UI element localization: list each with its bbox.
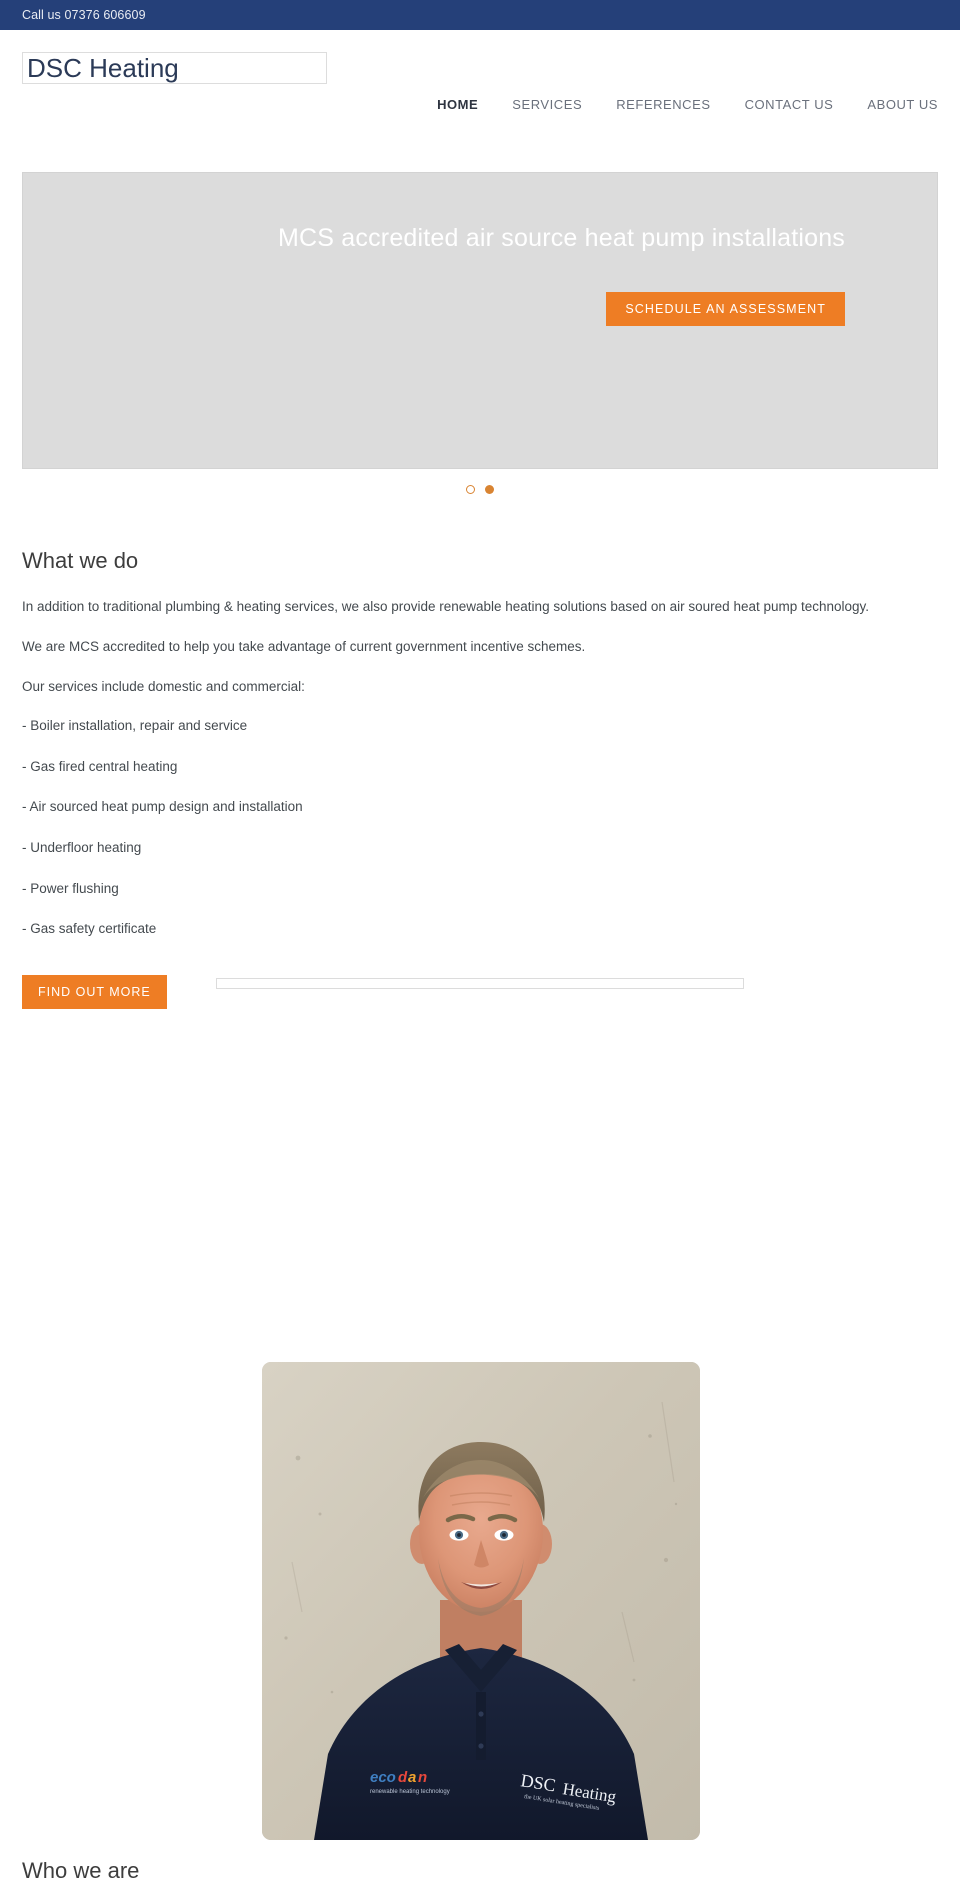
list-item: - Underfloor heating (22, 839, 142, 855)
list-item: - Gas fired central heating (22, 758, 178, 774)
hero-carousel: MCS accredited air source heat pump inst… (22, 172, 938, 494)
hero-content: MCS accredited air source heat pump inst… (265, 221, 845, 326)
list-item: - Power flushing (22, 880, 119, 896)
svg-text:n: n (418, 1769, 427, 1786)
top-contact-bar: Call us 07376 606609 (0, 0, 960, 30)
svg-text:a: a (408, 1769, 416, 1786)
hero-slide: MCS accredited air source heat pump inst… (22, 172, 938, 469)
nav-item-references[interactable]: REFERENCES (599, 98, 727, 111)
svg-text:d: d (398, 1769, 408, 1786)
team-portrait-photo: eco d a n renewable heating technology D… (262, 1362, 700, 1840)
list-item: - Boiler installation, repair and servic… (22, 718, 248, 734)
main-navigation: HOME SERVICES REFERENCES CONTACT US ABOU… (420, 98, 938, 111)
intro-paragraph: In addition to traditional plumbing & he… (22, 599, 870, 615)
services-lead-in: Our services include domestic and commer… (22, 678, 305, 694)
schedule-assessment-button[interactable]: SCHEDULE AN ASSESSMENT (606, 291, 845, 326)
list-item: - Air sourced heat pump design and insta… (22, 799, 303, 815)
carousel-dots (22, 485, 938, 494)
page-title: What we do (22, 548, 139, 573)
find-out-more-button[interactable]: FIND OUT MORE (22, 974, 167, 1010)
embedded-frame-placeholder (216, 978, 744, 989)
nav-item-about-us[interactable]: ABOUT US (850, 98, 938, 111)
list-item: - Gas safety certificate (22, 921, 157, 937)
carousel-dot-2[interactable] (485, 485, 494, 494)
hero-title: MCS accredited air source heat pump inst… (277, 224, 845, 252)
site-logo-text: DSC Heating (27, 53, 179, 83)
site-header: DSC Heating HOME SERVICES REFERENCES CON… (0, 30, 960, 120)
nav-item-services[interactable]: SERVICES (495, 98, 599, 111)
svg-text:eco: eco (370, 1769, 396, 1786)
accreditation-paragraph: We are MCS accredited to help you take a… (22, 638, 586, 654)
portrait-illustration: eco d a n renewable heating technology D… (262, 1362, 700, 1840)
nav-item-home[interactable]: HOME (420, 98, 495, 111)
carousel-dot-1[interactable] (466, 485, 475, 494)
site-logo[interactable]: DSC Heating (22, 52, 327, 84)
who-we-are-heading: Who we are (22, 1858, 140, 1883)
what-we-do-section: What we do In addition to traditional pl… (22, 548, 938, 1010)
svg-text:renewable heating technology: renewable heating technology (370, 1789, 450, 1795)
nav-item-contact-us[interactable]: CONTACT US (728, 98, 851, 111)
phone-number[interactable]: Call us 07376 606609 (22, 9, 146, 22)
